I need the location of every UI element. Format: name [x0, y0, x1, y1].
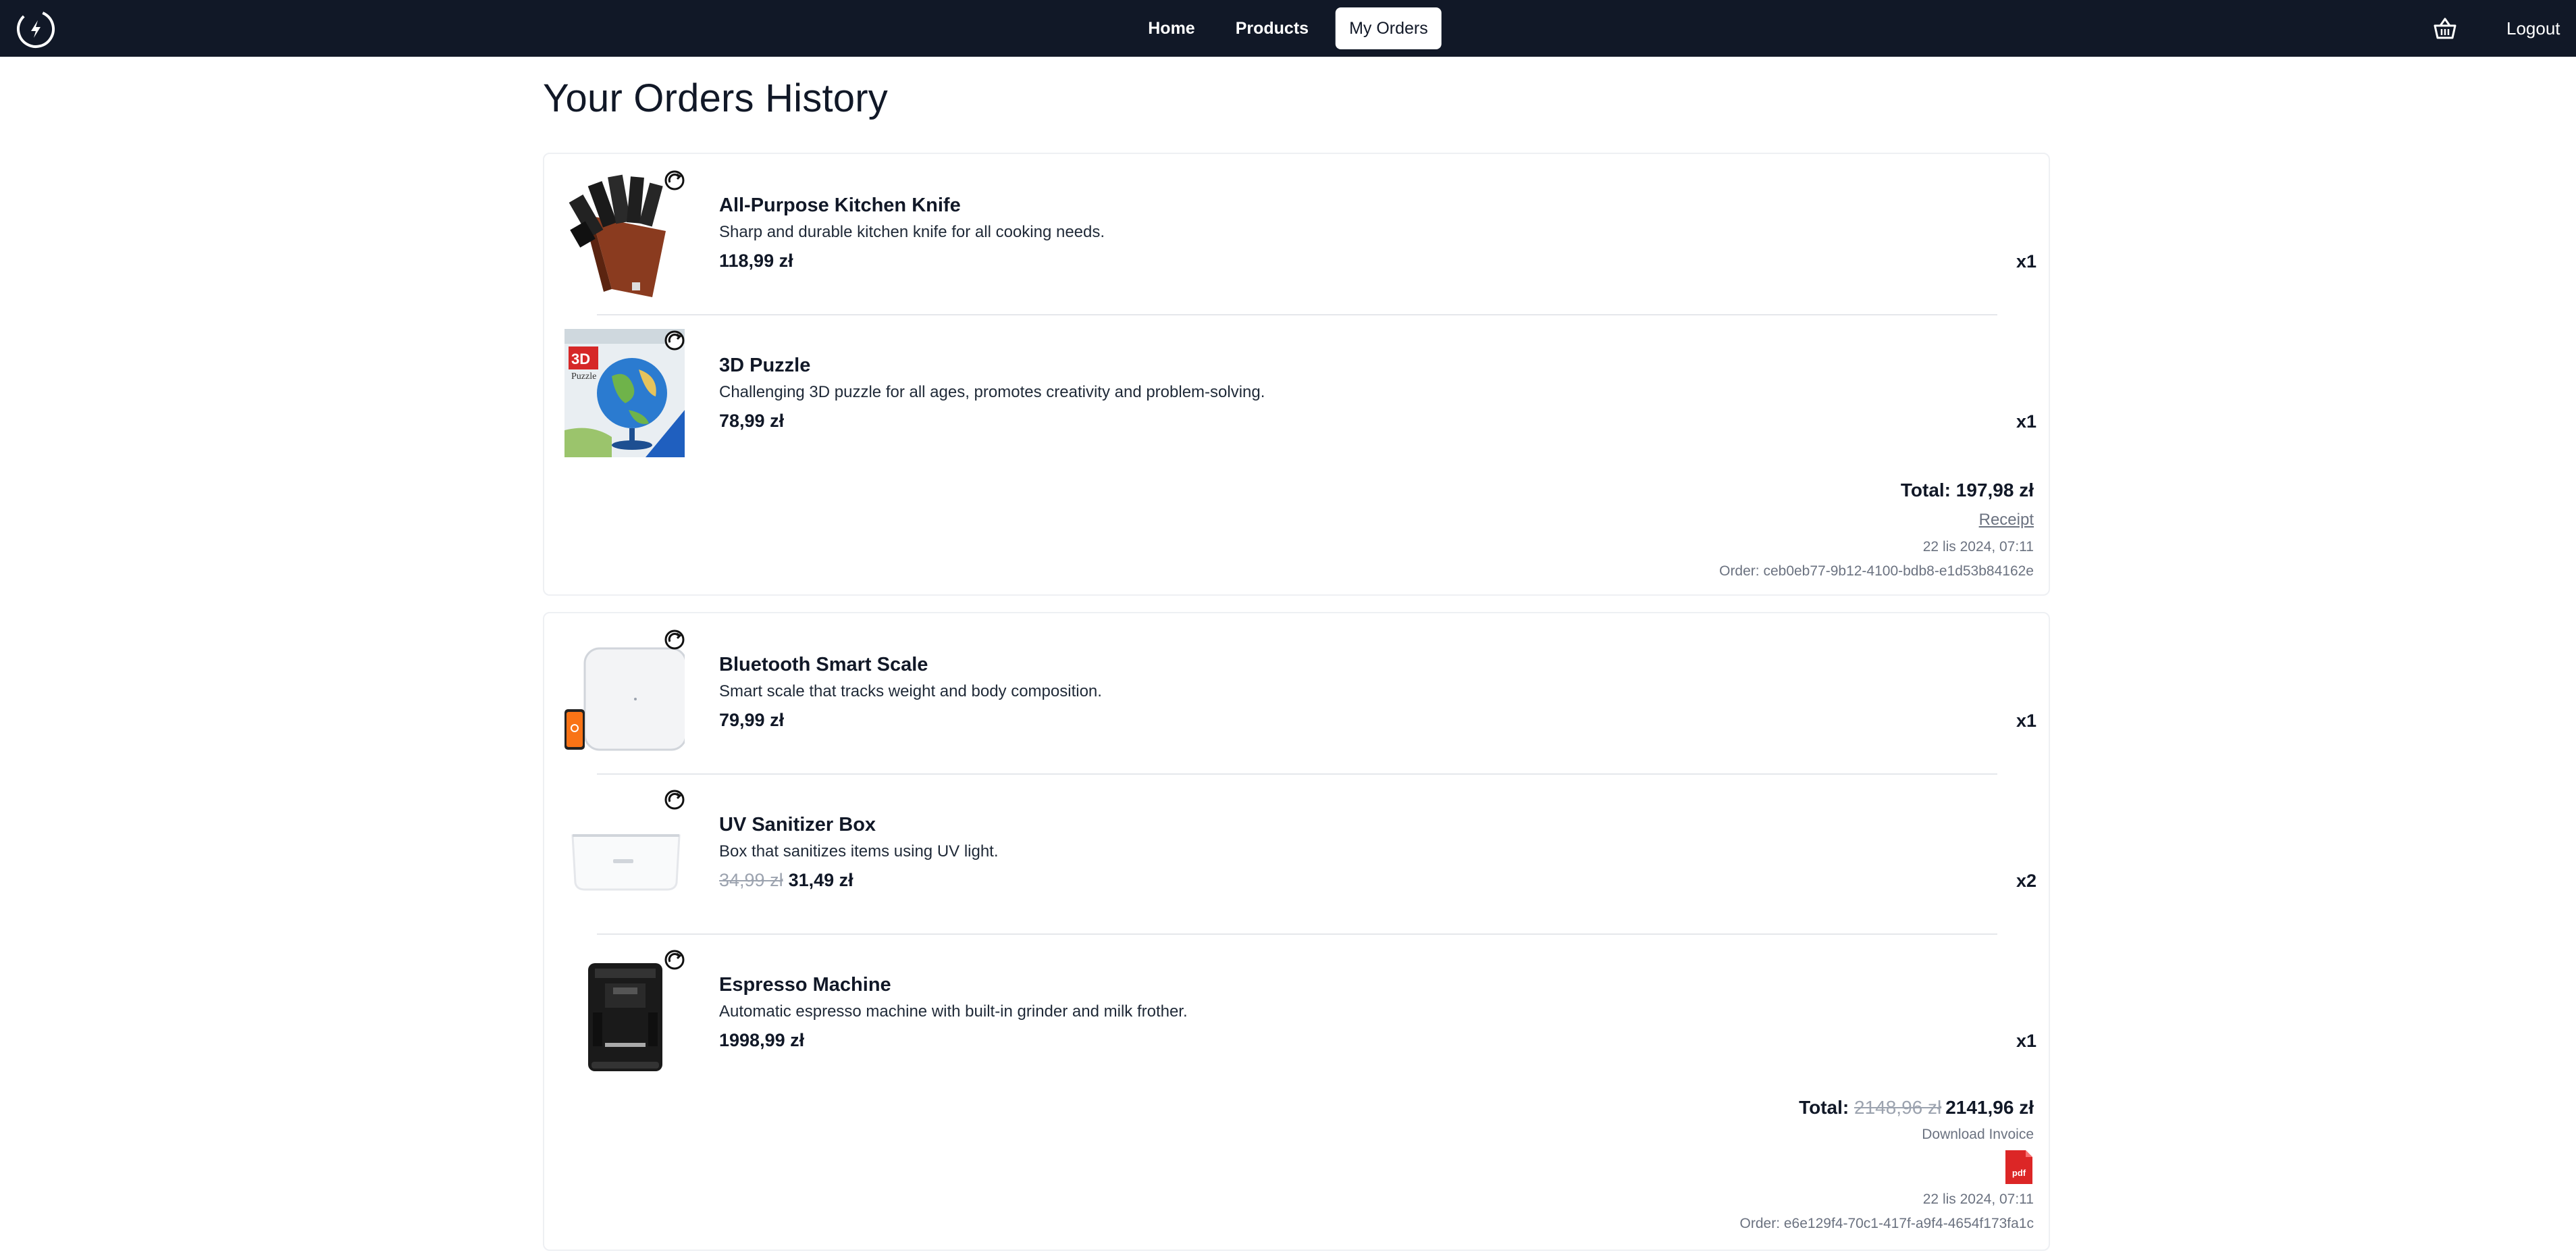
- item-description: Smart scale that tracks weight and body …: [719, 682, 1102, 700]
- item-description: Box that sanitizes items using UV light.: [719, 842, 999, 860]
- item-quantity: x2: [2016, 871, 2036, 891]
- pdf-file-icon[interactable]: pdf: [2004, 1149, 2034, 1185]
- reorder-icon[interactable]: [663, 788, 686, 811]
- item-quantity: x1: [2016, 251, 2036, 272]
- page-title: Your Orders History: [543, 76, 888, 120]
- item-name: Bluetooth Smart Scale: [719, 654, 928, 675]
- order-date: 22 lis 2024, 07:11: [1922, 539, 2034, 555]
- item-price: 1998,99 zł: [719, 1030, 804, 1051]
- item-price: 78,99 zł: [719, 411, 784, 432]
- item-price-current: 79,99 zł: [719, 710, 785, 730]
- order-total: Total: 197,98 zł: [1719, 476, 2034, 505]
- item-price-current: 78,99 zł: [719, 411, 785, 431]
- item-name: Espresso Machine: [719, 974, 891, 996]
- basket-icon[interactable]: [2432, 16, 2458, 41]
- order-total-label: Total:: [1799, 1097, 1849, 1118]
- receipt-link[interactable]: Receipt: [1719, 505, 2034, 535]
- order-item: Bluetooth Smart Scale Smart scale that t…: [544, 613, 2051, 773]
- order-summary: Total: 197,98 zł Receipt 22 lis 2024, 07…: [1719, 476, 2034, 584]
- svg-text:3D: 3D: [571, 351, 590, 367]
- item-quantity: x1: [2016, 711, 2036, 731]
- top-navbar: Home Products My Orders Logout: [0, 0, 2576, 57]
- nav-my-orders-link[interactable]: My Orders: [1336, 7, 1442, 49]
- logout-button[interactable]: Logout: [2506, 16, 2560, 41]
- order-total-original: 2148,96 zł: [1854, 1097, 1942, 1118]
- item-name: 3D Puzzle: [719, 355, 811, 376]
- reorder-icon[interactable]: [663, 948, 686, 971]
- item-name: UV Sanitizer Box: [719, 814, 876, 836]
- order-date: 22 lis 2024, 07:11: [1922, 1191, 2034, 1207]
- item-description: Automatic espresso machine with built-in…: [719, 1002, 1188, 1021]
- order-id: Order: ceb0eb77-9b12-4100-bdb8-e1d53b841…: [1719, 563, 2034, 579]
- brand-logo-icon[interactable]: [15, 8, 57, 50]
- order-item: Espresso Machine Automatic espresso mach…: [544, 933, 2051, 1094]
- svg-text:Puzzle: Puzzle: [571, 371, 596, 382]
- nav-products-link[interactable]: Products: [1222, 7, 1322, 49]
- pdf-icon-label: pdf: [2012, 1168, 2026, 1178]
- order-total-value: 2141,96 zł: [1945, 1097, 2034, 1118]
- item-price-current: 1998,99 zł: [719, 1030, 805, 1050]
- item-description: Sharp and durable kitchen knife for all …: [719, 223, 1105, 241]
- reorder-icon[interactable]: [663, 628, 686, 651]
- order-item: All-Purpose Kitchen Knife Sharp and dura…: [544, 154, 2051, 314]
- item-price: 34,99 zł 31,49 zł: [719, 870, 853, 891]
- order-item: UV Sanitizer Box Box that sanitizes item…: [544, 773, 2051, 933]
- item-price: 118,99 zł: [719, 251, 793, 272]
- order-card: Bluetooth Smart Scale Smart scale that t…: [543, 612, 2050, 1251]
- item-price-original: 34,99 zł: [719, 870, 783, 890]
- nav-home-link[interactable]: Home: [1134, 7, 1208, 49]
- main-nav: Home Products My Orders: [1134, 7, 1442, 49]
- reorder-icon[interactable]: [663, 329, 686, 352]
- download-invoice-label: Download Invoice: [1922, 1127, 2034, 1142]
- item-price: 79,99 zł: [719, 710, 784, 731]
- order-card: All-Purpose Kitchen Knife Sharp and dura…: [543, 153, 2050, 596]
- invoice-download: pdf: [1740, 1147, 2034, 1187]
- order-id: Order: e6e129f4-70c1-417f-a9f4-4654f173f…: [1739, 1216, 2034, 1231]
- order-total: Total: 2148,96 zł 2141,96 zł: [1740, 1093, 2034, 1123]
- item-price-current: 31,49 zł: [788, 870, 853, 890]
- order-summary: Total: 2148,96 zł 2141,96 zł Download Inv…: [1740, 1093, 2034, 1236]
- item-price-current: 118,99 zł: [719, 251, 793, 271]
- order-total-value: 197,98 zł: [1955, 480, 2034, 500]
- order-total-label: Total:: [1900, 480, 1951, 500]
- reorder-icon[interactable]: [663, 169, 686, 192]
- item-description: Challenging 3D puzzle for all ages, prom…: [719, 383, 1265, 401]
- item-quantity: x1: [2016, 1031, 2036, 1051]
- item-name: All-Purpose Kitchen Knife: [719, 195, 961, 216]
- item-quantity: x1: [2016, 411, 2036, 432]
- order-item: 3D Puzzle 3D Puzzle Challenging 3D puzzl…: [544, 314, 2051, 474]
